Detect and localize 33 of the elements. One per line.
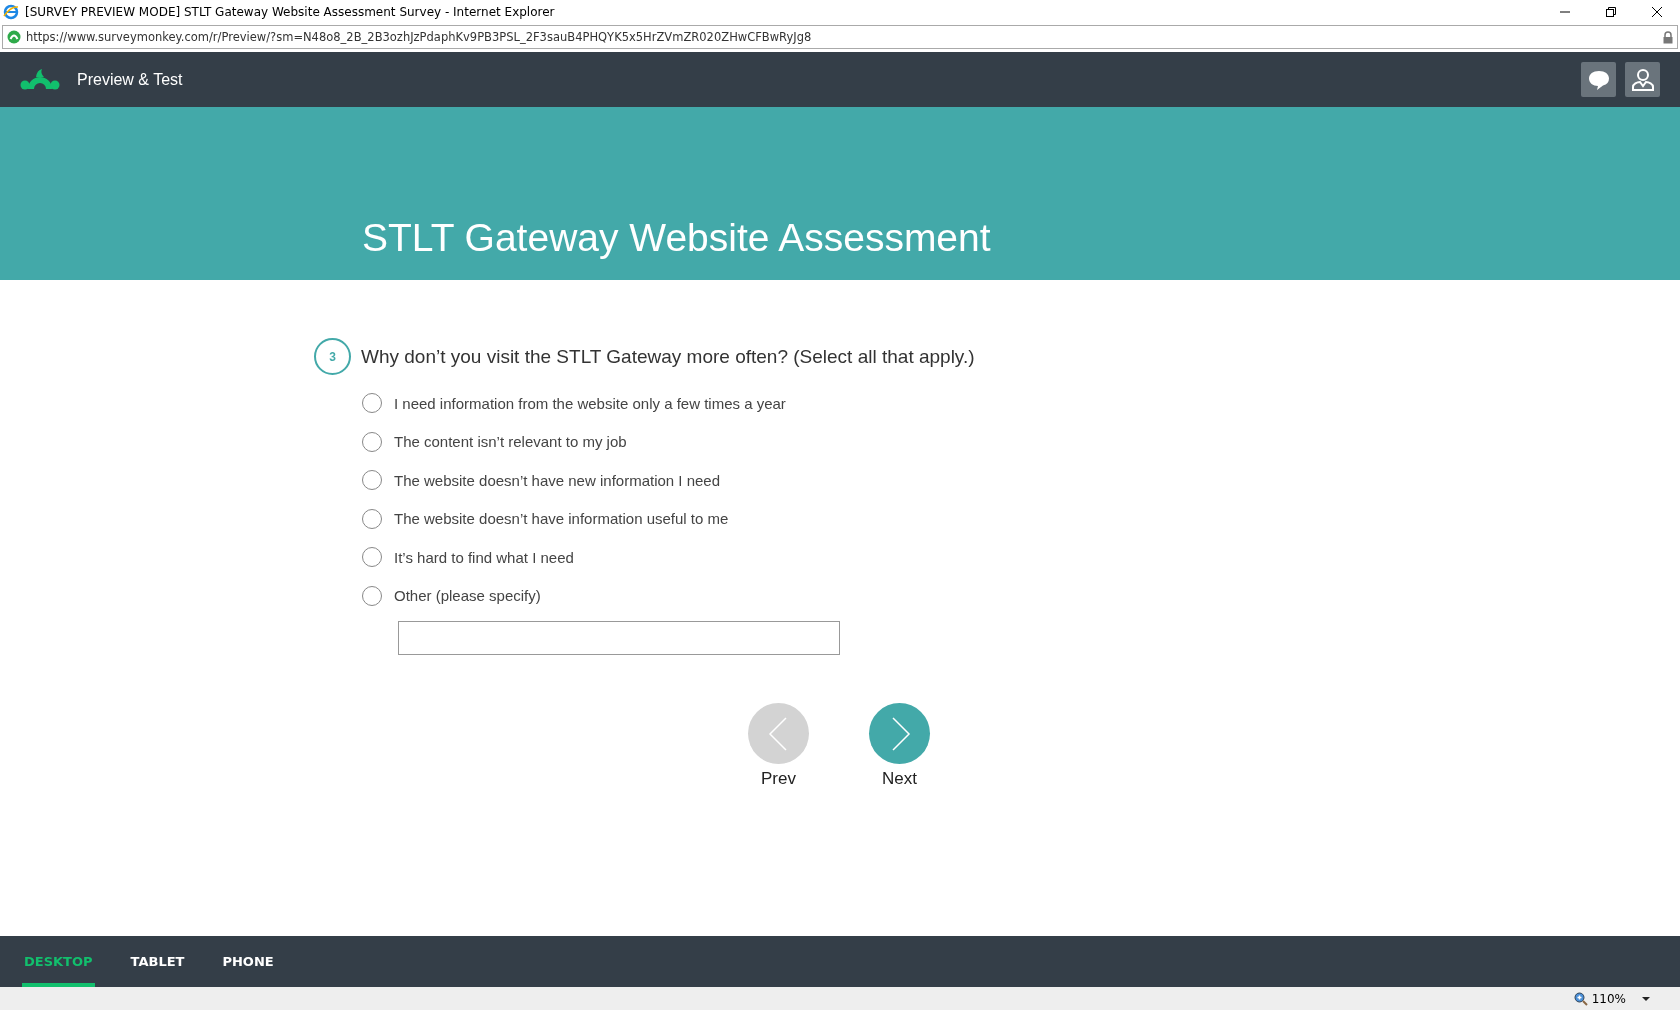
zoom-level[interactable]: 110% bbox=[1591, 991, 1626, 1006]
lock-icon bbox=[1663, 30, 1673, 44]
survey-title: STLT Gateway Website Assessment bbox=[362, 216, 991, 260]
restore-icon bbox=[1605, 6, 1617, 18]
option-label[interactable]: Other (please specify) bbox=[394, 587, 541, 605]
feedback-button[interactable] bbox=[1581, 62, 1616, 97]
option-radio[interactable] bbox=[362, 393, 382, 414]
option-label[interactable]: The website doesn’t have information useful to me bbox=[394, 510, 729, 528]
zoom-icon bbox=[1573, 991, 1588, 1006]
account-button[interactable] bbox=[1625, 62, 1660, 97]
option-label[interactable]: The website doesn’t have new information I need bbox=[394, 471, 721, 489]
question-text: Why don’t you visit the STLT Gateway more often? (Select all that apply.) bbox=[361, 345, 975, 368]
site-icon bbox=[7, 30, 21, 44]
address-bar[interactable]: https://www.surveymonkey.com/r/Preview/?sm=N48o8_2B_2B3ozhJzPdaphKv9PB3PSL_2F3sauB4PHQYK5x5HrZVmZR020ZHwCFBwRyJg8 bbox=[2, 25, 1678, 49]
option-radio[interactable] bbox=[362, 470, 382, 491]
option-label[interactable]: The content isn’t relevant to my job bbox=[394, 433, 627, 451]
url-text: https://www.surveymonkey.com/r/Preview/?sm=N48o8_2B_2B3ozhJzPdaphKv9PB3PSL_2F3sauB4PHQYK5x5HrZVmZR020ZHwCFBwRyJg8 bbox=[26, 30, 813, 44]
header-title: Preview & Test bbox=[77, 70, 184, 89]
other-input-field[interactable] bbox=[398, 621, 840, 655]
option-radio[interactable] bbox=[362, 508, 382, 529]
close-icon bbox=[1651, 6, 1663, 18]
device-tab[interactable]: PHONE bbox=[220, 936, 276, 987]
option-label[interactable]: I need information from the website only a few times a year bbox=[394, 394, 786, 412]
option-radio[interactable] bbox=[362, 431, 382, 452]
window-title: [SURVEY PREVIEW MODE] STLT Gateway Website Assessment Survey - Internet Explorer bbox=[25, 5, 556, 19]
option-label[interactable]: It’s hard to find what I need bbox=[394, 548, 574, 566]
question-number: 3 bbox=[314, 338, 351, 375]
user-icon bbox=[1630, 67, 1655, 92]
device-tab[interactable]: TABLET bbox=[128, 936, 187, 987]
speech-bubble-icon bbox=[1587, 68, 1610, 91]
browser-logo-icon bbox=[3, 4, 19, 20]
option-radio[interactable] bbox=[362, 585, 382, 606]
option-radio[interactable] bbox=[362, 547, 382, 568]
